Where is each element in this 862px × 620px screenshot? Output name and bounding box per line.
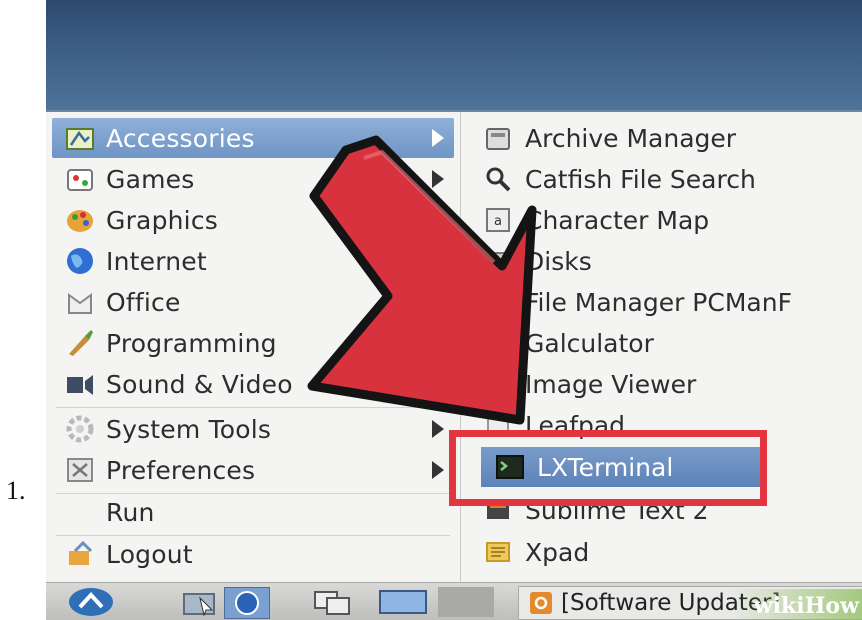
menu-item-label: Graphics [106, 205, 219, 235]
menu-item-label: System Tools [106, 414, 272, 444]
menu-item-label: Run [106, 497, 155, 527]
character-map-icon: a [483, 205, 513, 235]
file-manager-launcher[interactable] [180, 587, 220, 617]
workspace-2[interactable] [438, 587, 494, 617]
list-number: 1. [6, 476, 26, 505]
menu-item-graphics[interactable]: Graphics [52, 200, 454, 240]
menu-item-system-tools[interactable]: System Tools [52, 409, 454, 449]
calculator-icon [483, 328, 513, 358]
search-icon [483, 164, 513, 194]
graphics-icon [64, 204, 96, 236]
accessories-icon [64, 122, 96, 154]
folder-icon [183, 593, 215, 616]
menu-item-programming[interactable]: Programming [52, 323, 454, 363]
menu-item-sound-video[interactable]: Sound & Video [52, 364, 454, 404]
menu-item-office[interactable]: Office [52, 282, 454, 322]
submenu-item-label: Galculator [525, 328, 654, 358]
submenu-item-label: Character Map [525, 205, 710, 235]
menu-item-label: Accessories [106, 123, 255, 153]
menu-item-label: Preferences [106, 455, 256, 485]
watermark: wikiHow [731, 589, 862, 620]
taskbar-window-button[interactable]: [Software Updater] wikiHow [518, 586, 862, 620]
xpad-icon [483, 537, 513, 567]
submenu-item-galculator[interactable]: Galculator [469, 323, 862, 363]
games-icon [64, 163, 96, 195]
windows-icon [314, 591, 350, 615]
submenu-item-disks[interactable]: Disks [469, 241, 862, 281]
submenu-item-label: Catfish File Search [525, 164, 756, 194]
software-updater-icon [529, 591, 553, 615]
disks-icon [483, 246, 513, 276]
menu-item-label: Games [106, 164, 195, 194]
menu-item-label: Sound & Video [106, 369, 293, 399]
submenu-arrow-icon [432, 375, 444, 393]
svg-text:a: a [494, 214, 502, 229]
menu-item-games[interactable]: Games [52, 159, 454, 199]
browser-launcher[interactable] [224, 587, 270, 619]
submenu-item-xpad[interactable]: Xpad [469, 532, 862, 572]
submenu-item-label: Image Viewer [525, 369, 697, 399]
internet-icon [64, 245, 96, 277]
menu-item-preferences[interactable]: Preferences [52, 450, 454, 490]
submenu-item-file-manager[interactable]: File Manager PCManF [469, 282, 862, 322]
start-menu-button[interactable] [60, 587, 122, 617]
start-icon [69, 588, 113, 616]
system-tools-icon [64, 413, 96, 445]
submenu-item-catfish[interactable]: Catfish File Search [469, 159, 862, 199]
submenu-item-character-map[interactable]: a Character Map [469, 200, 862, 240]
menu-item-label: Programming [106, 328, 277, 358]
run-blank-icon [64, 496, 96, 528]
accessories-submenu: Archive Manager Catfish File Search a Ch… [461, 112, 862, 582]
application-menu: Accessories Games Graphics Internet Offi… [46, 112, 461, 582]
highlight-box [449, 430, 767, 506]
menu-separator [56, 407, 450, 408]
menu-item-logout[interactable]: Logout [52, 534, 454, 574]
show-desktop-button[interactable] [308, 587, 356, 617]
menu-item-label: Internet [106, 246, 207, 276]
submenu-arrow-icon [432, 420, 444, 438]
office-icon [64, 286, 96, 318]
submenu-arrow-icon [432, 170, 444, 188]
menu-item-label: Office [106, 287, 181, 317]
sound-video-icon [64, 368, 96, 400]
screenshot-panel: Accessories Games Graphics Internet Offi… [46, 0, 862, 620]
menu-item-label: Logout [106, 539, 193, 569]
desktop-background [46, 0, 862, 112]
menu-item-accessories[interactable]: Accessories [52, 118, 454, 158]
submenu-arrow-icon [432, 129, 444, 147]
globe-icon [235, 591, 259, 615]
archive-manager-icon [483, 123, 513, 153]
file-manager-icon [483, 287, 513, 317]
workspace-1[interactable] [374, 587, 434, 617]
submenu-arrow-icon [432, 461, 444, 479]
submenu-item-label: File Manager PCManF [525, 287, 792, 317]
menu-item-internet[interactable]: Internet [52, 241, 454, 281]
submenu-item-label: Disks [525, 246, 592, 276]
submenu-item-label: Archive Manager [525, 123, 737, 153]
logout-icon [64, 538, 96, 570]
submenu-item-label: Xpad [525, 537, 590, 567]
workspace-icon [379, 590, 427, 614]
menu-item-run[interactable]: Run [52, 492, 454, 532]
submenu-item-image-viewer[interactable]: Image Viewer [469, 364, 862, 404]
taskbar: [Software Updater] wikiHow [46, 582, 862, 620]
programming-icon [64, 327, 96, 359]
image-viewer-icon [483, 369, 513, 399]
preferences-icon [64, 454, 96, 486]
submenu-item-archive-manager[interactable]: Archive Manager [469, 118, 862, 158]
